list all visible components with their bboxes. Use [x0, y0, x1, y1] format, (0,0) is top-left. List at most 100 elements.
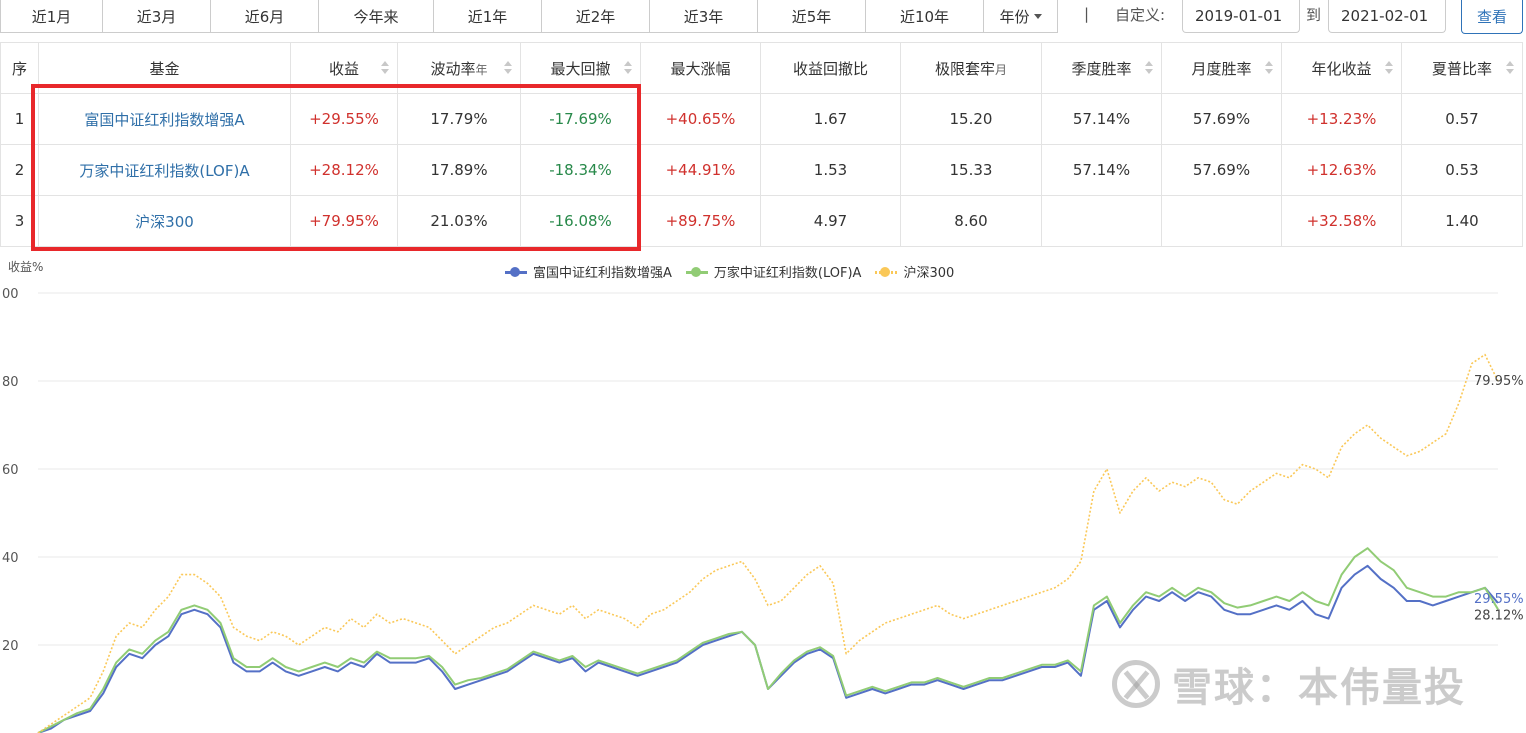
cell-return: +28.12%: [290, 144, 398, 196]
max-stuck-unit: 月: [995, 62, 1008, 77]
header-sharpe[interactable]: 夏普比率: [1401, 42, 1523, 94]
legend-item-fuguo[interactable]: 富国中证红利指数增强A: [505, 262, 672, 281]
header-max-stuck: 极限套牢月: [900, 42, 1042, 94]
watermark-text: 雪球：本伟量投: [1172, 665, 1466, 711]
sort-icon[interactable]: [624, 61, 632, 75]
range-button-6m[interactable]: 近6月: [211, 0, 319, 33]
legend-item-wanjia[interactable]: 万家中证红利指数(LOF)A: [685, 262, 862, 281]
cell-max-drawdown: -17.69%: [520, 93, 641, 145]
range-button-5y[interactable]: 近5年: [758, 0, 866, 33]
cell-return: +29.55%: [290, 93, 398, 145]
header-index: 序: [0, 42, 39, 94]
cell-fund-link[interactable]: 沪深300: [38, 195, 291, 247]
start-date-input[interactable]: [1182, 0, 1300, 33]
cell-fund-link[interactable]: 万家中证红利指数(LOF)A: [38, 144, 291, 196]
cell-rd-ratio: 1.53: [760, 144, 901, 196]
header-return[interactable]: 收益: [290, 42, 398, 94]
table-row: 3 沪深300 +79.95% 21.03% -16.08% +89.75% 4…: [0, 195, 1523, 247]
y-tick-label: 00: [2, 287, 19, 302]
header-volatility[interactable]: 波动率年: [397, 42, 521, 94]
cell-quarter-win: 57.14%: [1041, 144, 1162, 196]
cell-sharpe: 1.40: [1401, 195, 1523, 247]
cell-max-gain: +44.91%: [640, 144, 761, 196]
table-row: 2 万家中证红利指数(LOF)A +28.12% 17.89% -18.34% …: [0, 144, 1523, 196]
header-max-gain: 最大涨幅: [640, 42, 761, 94]
cell-quarter-win: 57.14%: [1041, 93, 1162, 145]
header-quarter-win[interactable]: 季度胜率: [1041, 42, 1162, 94]
table-header-row: 序 基金 收益 波动率年 最大回撤 最大涨幅 收益回撤比 极限套牢月 季度胜率 …: [0, 42, 1523, 94]
series-end-label: 79.95%: [1474, 374, 1524, 389]
range-button-3m[interactable]: 近3月: [103, 0, 211, 33]
range-button-3y[interactable]: 近3年: [650, 0, 758, 33]
sort-icon[interactable]: [1506, 61, 1514, 75]
cell-max-gain: +40.65%: [640, 93, 761, 145]
sort-icon[interactable]: [504, 61, 512, 75]
range-button-2y[interactable]: 近2年: [542, 0, 650, 33]
cell-rd-ratio: 4.97: [760, 195, 901, 247]
series-end-label: 28.12%: [1474, 608, 1524, 623]
xueqiu-logo-icon: [1112, 660, 1160, 708]
legend-label: 富国中证红利指数增强A: [533, 266, 672, 281]
cell-quarter-win: [1041, 195, 1162, 247]
range-button-ytd[interactable]: 今年来: [319, 0, 434, 33]
y-axis-title: 收益%: [8, 260, 44, 274]
query-button[interactable]: 查看: [1461, 0, 1523, 34]
cell-index: 1: [0, 93, 39, 145]
y-tick-label: 80: [2, 375, 19, 390]
cell-annual-return: +12.63%: [1281, 144, 1402, 196]
sort-icon[interactable]: [1145, 61, 1153, 75]
cell-max-gain: +89.75%: [640, 195, 761, 247]
cell-max-stuck: 15.33: [900, 144, 1042, 196]
legend-label: 沪深300: [903, 266, 955, 281]
cell-volatility: 17.79%: [397, 93, 521, 145]
sort-icon[interactable]: [381, 61, 389, 75]
legend-line-icon: [505, 266, 527, 277]
cell-max-stuck: 15.20: [900, 93, 1042, 145]
year-dropdown-label: 年份: [999, 7, 1030, 26]
cell-month-win: [1161, 195, 1282, 247]
legend-line-icon: [685, 266, 708, 277]
cell-volatility: 17.89%: [397, 144, 521, 196]
header-fund: 基金: [38, 42, 291, 94]
sort-icon[interactable]: [1265, 61, 1273, 75]
y-tick-label: 60: [2, 463, 19, 478]
year-dropdown[interactable]: 年份: [984, 0, 1058, 33]
toolbar: 近1月 近3月 近6月 今年来 近1年 近2年 近3年 近5年 近10年 年份 …: [0, 0, 1526, 42]
cell-month-win: 57.69%: [1161, 93, 1282, 145]
legend-dotted-line-icon: [875, 266, 898, 277]
cell-max-stuck: 8.60: [900, 195, 1042, 247]
table-row: 1 富国中证红利指数增强A +29.55% 17.79% -17.69% +40…: [0, 93, 1523, 145]
date-to-label: 到: [1306, 6, 1322, 24]
cell-return: +79.95%: [290, 195, 398, 247]
end-date-input[interactable]: [1328, 0, 1446, 33]
header-max-drawdown[interactable]: 最大回撤: [520, 42, 641, 94]
series-end-label: 29.55%: [1474, 592, 1524, 607]
cell-volatility: 21.03%: [397, 195, 521, 247]
header-return-drawdown-ratio: 收益回撤比: [760, 42, 901, 94]
cell-sharpe: 0.57: [1401, 93, 1523, 145]
y-tick-label: 20: [2, 639, 19, 654]
cell-rd-ratio: 1.67: [760, 93, 901, 145]
legend-item-hs300[interactable]: 沪深300: [875, 262, 954, 281]
return-chart: 00 80 60 40 20 29.55% 28.12% 79.95% 收益% 富国中证红利指…: [0, 255, 1526, 733]
cell-fund-link[interactable]: 富国中证红利指数增强A: [38, 93, 291, 145]
cell-max-drawdown: -18.34%: [520, 144, 641, 196]
header-month-win[interactable]: 月度胜率: [1161, 42, 1282, 94]
range-button-1m[interactable]: 近1月: [0, 0, 103, 33]
cell-annual-return: +13.23%: [1281, 93, 1402, 145]
y-tick-label: 40: [2, 551, 19, 566]
header-annual-return[interactable]: 年化收益: [1281, 42, 1402, 94]
cell-index: 3: [0, 195, 39, 247]
sort-icon[interactable]: [1385, 61, 1393, 75]
range-button-group: 近1月 近3月 近6月 今年来 近1年 近2年 近3年 近5年 近10年 年份: [0, 0, 1058, 33]
cell-month-win: 57.69%: [1161, 144, 1282, 196]
range-button-1y[interactable]: 近1年: [434, 0, 542, 33]
volatility-unit: 年: [475, 62, 488, 77]
watermark: 雪球：本伟量投: [1112, 655, 1466, 713]
cell-index: 2: [0, 144, 39, 196]
cell-sharpe: 0.53: [1401, 144, 1523, 196]
range-button-10y[interactable]: 近10年: [866, 0, 984, 33]
chart-legend: 富国中证红利指数增强A 万家中证红利指数(LOF)A 沪深300: [505, 262, 954, 281]
legend-label: 万家中证红利指数(LOF)A: [713, 266, 862, 281]
cell-annual-return: +32.58%: [1281, 195, 1402, 247]
